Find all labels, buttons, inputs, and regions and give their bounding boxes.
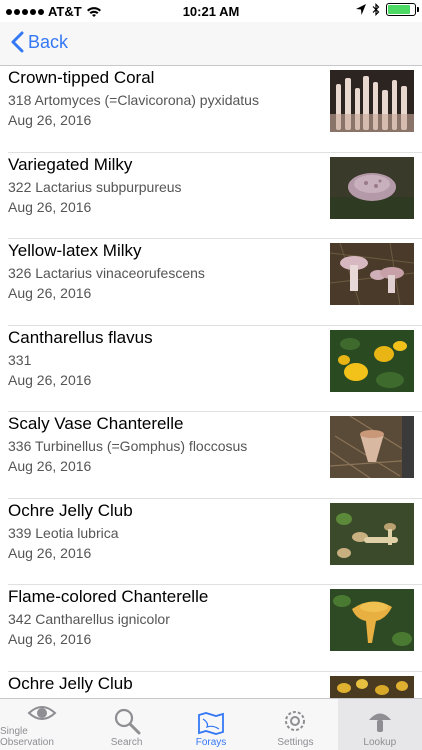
observation-detail: 318 Artomyces (=Clavicorona) pyxidatus xyxy=(8,92,259,108)
list-item[interactable]: Yellow-latex Milky 326 Lactarius vinaceo… xyxy=(8,239,422,326)
observation-detail: 331 xyxy=(8,351,32,368)
observation-name: Variegated Milky xyxy=(8,154,133,174)
observation-name: Yellow-latex Milky xyxy=(8,241,142,260)
observation-detail: 339 Leotia lubrica xyxy=(8,524,119,541)
observation-date: Aug 26, 2016 xyxy=(8,458,92,474)
battery-icon xyxy=(386,3,419,16)
observation-date: Aug 26, 2016 xyxy=(8,112,92,128)
observation-thumbnail xyxy=(330,589,414,651)
observation-name: Scaly Vase Chanterelle xyxy=(8,414,184,433)
milky-mushroom-photo xyxy=(330,156,414,219)
observation-date: Aug 26, 2016 xyxy=(8,285,92,301)
observation-thumbnail xyxy=(330,243,414,305)
observation-date: Aug 26, 2016 xyxy=(8,544,92,561)
observation-detail: 326 Lactarius vinaceorufescens xyxy=(8,265,205,281)
coral-fungus-photo xyxy=(330,70,414,132)
gear-icon xyxy=(285,711,306,731)
observation-thumbnail xyxy=(330,156,414,219)
observation-name: Crown-tipped Coral xyxy=(8,68,155,87)
flame-chanterelle-photo xyxy=(330,589,414,651)
list-item[interactable]: Variegated Milky 322 Lactarius subpurpur… xyxy=(8,153,422,239)
observation-name: Ochre Jelly Club xyxy=(8,500,133,520)
tab-label: Settings xyxy=(277,737,314,748)
tab-label: Single Observation xyxy=(0,726,54,748)
list-item[interactable]: Ochre Jelly Club xyxy=(8,672,422,698)
observation-date: Aug 26, 2016 xyxy=(8,371,92,388)
tab-label: Search xyxy=(110,737,143,748)
observation-name: Cantharellus flavus xyxy=(8,327,153,347)
tab-bar: Single Observation Search Forays Setting… xyxy=(0,698,422,750)
yellow-latex-milky-photo xyxy=(330,243,414,305)
back-button[interactable]: Back xyxy=(10,31,68,53)
observation-name: Flame-colored Chanterelle xyxy=(8,587,209,606)
observation-detail: 336 Turbinellus (=Gomphus) floccosus xyxy=(8,438,248,454)
observation-name: Ochre Jelly Club xyxy=(8,673,133,693)
observation-detail: 322 Lactarius subpurpureus xyxy=(8,178,182,195)
back-label: Back xyxy=(28,31,69,52)
jelly-club-photo xyxy=(330,675,414,698)
tab-forays[interactable]: Forays xyxy=(169,699,253,750)
tab-single-observation[interactable]: Single Observation xyxy=(0,699,84,750)
list-item[interactable]: Cantharellus flavus 331 Aug 26, 2016 xyxy=(8,326,422,412)
navigation-bar: Back xyxy=(0,22,422,66)
observation-thumbnail xyxy=(330,675,414,698)
list-item[interactable]: Scaly Vase Chanterelle 336 Turbinellus (… xyxy=(8,412,422,499)
list-item[interactable]: Ochre Jelly Club 339 Leotia lubrica Aug … xyxy=(8,499,422,585)
observation-thumbnail xyxy=(330,502,414,565)
status-right xyxy=(356,3,419,16)
chevron-left-icon xyxy=(11,31,24,53)
mushroom-icon xyxy=(368,713,391,732)
bluetooth-icon xyxy=(372,3,380,16)
eye-icon xyxy=(27,706,57,720)
observation-date: Aug 26, 2016 xyxy=(8,631,92,647)
tab-lookup[interactable]: Lookup xyxy=(337,699,422,750)
list-item[interactable]: Crown-tipped Coral 318 Artomyces (=Clavi… xyxy=(8,66,422,153)
tab-label: Lookup xyxy=(363,737,397,748)
search-icon xyxy=(114,708,141,735)
observation-date: Aug 26, 2016 xyxy=(8,198,92,215)
observation-list[interactable]: Crown-tipped Coral 318 Artomyces (=Clavi… xyxy=(0,66,422,698)
tab-label: Forays xyxy=(195,737,227,748)
battery-fill xyxy=(388,5,411,14)
tab-settings[interactable]: Settings xyxy=(253,699,337,750)
observation-thumbnail xyxy=(330,70,414,132)
chanterelle-photo xyxy=(330,329,414,392)
vase-chanterelle-photo xyxy=(330,416,414,478)
status-bar: AT&T 10:21 AM xyxy=(0,0,422,22)
map-icon xyxy=(198,712,224,735)
observation-thumbnail xyxy=(330,329,414,392)
tab-search[interactable]: Search xyxy=(84,699,168,750)
observation-thumbnail xyxy=(330,416,414,478)
list-item[interactable]: Flame-colored Chanterelle 342 Cantharell… xyxy=(8,585,422,672)
location-arrow-icon xyxy=(356,3,366,15)
observation-detail: 342 Cantharellus ignicolor xyxy=(8,611,170,627)
jelly-club-photo xyxy=(330,502,414,565)
